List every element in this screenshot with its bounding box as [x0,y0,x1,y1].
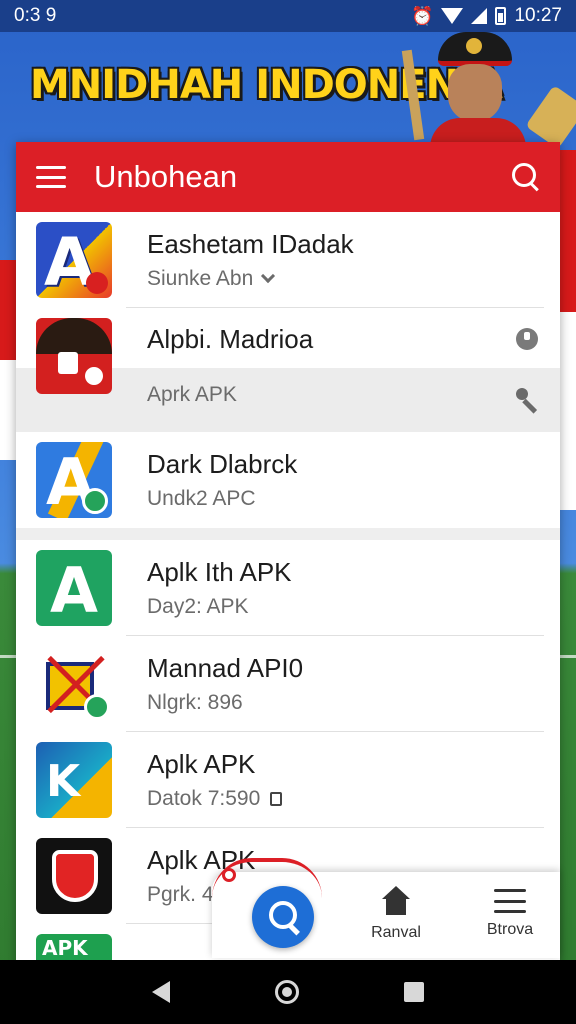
app-icon: A [36,550,112,626]
search-fab-button[interactable] [252,886,314,948]
menu-icon[interactable] [36,166,66,188]
app-title: Dark Dlabrck [147,449,298,480]
app-icon [36,318,112,394]
app-icon [36,646,112,722]
status-bar: 0:3 9 ⏰ 10:27 [0,0,576,32]
battery-icon [495,7,507,25]
signal-icon [471,8,488,24]
nav-more-button[interactable]: Btrova [470,886,550,939]
search-icon[interactable] [512,163,540,191]
system-nav-bar [0,960,576,1024]
app-icon: A [36,222,112,298]
wifi-icon [441,8,464,24]
list-item[interactable]: K Aplk APK Datok 7:590 [16,732,560,828]
lock-icon [270,792,283,807]
status-time-right: 10:27 [514,5,562,26]
status-time-left: 0:3 9 [14,5,57,26]
app-title: Aplk APK [147,749,256,780]
app-bar: Unbohean [16,142,560,212]
app-subtitle: Undk2 APC [147,486,256,510]
nav-more-label: Btrova [486,921,534,938]
wrench-icon[interactable] [516,388,538,410]
app-icon: A [36,442,112,518]
trumpet-image [525,85,576,149]
bottom-nav: Ranval Btrova [212,858,560,958]
app-bar-title: Unbohean [94,159,238,194]
alarm-icon: ⏰ [411,5,434,26]
recents-icon[interactable] [403,982,424,1002]
app-title: Mannad API0 [147,653,304,684]
app-subtitle: Datok 7:590 [147,786,261,810]
menu-icon [494,889,526,913]
app-subtitle: Siunke Abn [147,266,254,290]
app-title: Aplk Ith APK [147,557,292,588]
app-title: Eashetam IDadak [147,229,354,260]
section-divider [16,528,560,540]
list-item[interactable]: A Aplk Ith APK Day2: APK [16,540,560,636]
nav-home-label: Ranval [371,924,421,941]
guard-image [430,32,530,148]
list-item[interactable]: A Eashetam IDadak Siunke Abn [16,212,560,308]
chevron-down-icon[interactable] [261,268,276,283]
list-item[interactable]: A Dark Dlabrck Undk2 APC [16,432,560,528]
info-icon[interactable] [516,328,538,350]
home-button-icon[interactable] [274,980,299,1004]
app-icon [36,838,112,914]
nav-home-button[interactable]: Ranval [356,886,436,942]
app-title: Alpbi. Madrioa [147,324,314,354]
list-item[interactable]: Mannad API0 Nlgrk: 896 [16,636,560,732]
app-subtitle: Aprk APK [147,383,237,407]
nav-accent-dot [222,868,236,882]
back-icon[interactable] [152,981,171,1003]
list-item[interactable]: Alpbi. Madrioa Aprk APK [16,308,560,432]
app-list-card: Unbohean A Eashetam IDadak Siunke Abn Al… [16,142,560,972]
app-subtitle: Day2: APK [147,594,249,618]
status-icons: ⏰ 10:27 [411,5,562,27]
app-subtitle: Nlgrk: 896 [147,690,243,714]
home-icon [381,886,411,916]
banner: MNIDHAH INDONENIA [0,32,576,149]
app-icon: K [36,742,112,818]
